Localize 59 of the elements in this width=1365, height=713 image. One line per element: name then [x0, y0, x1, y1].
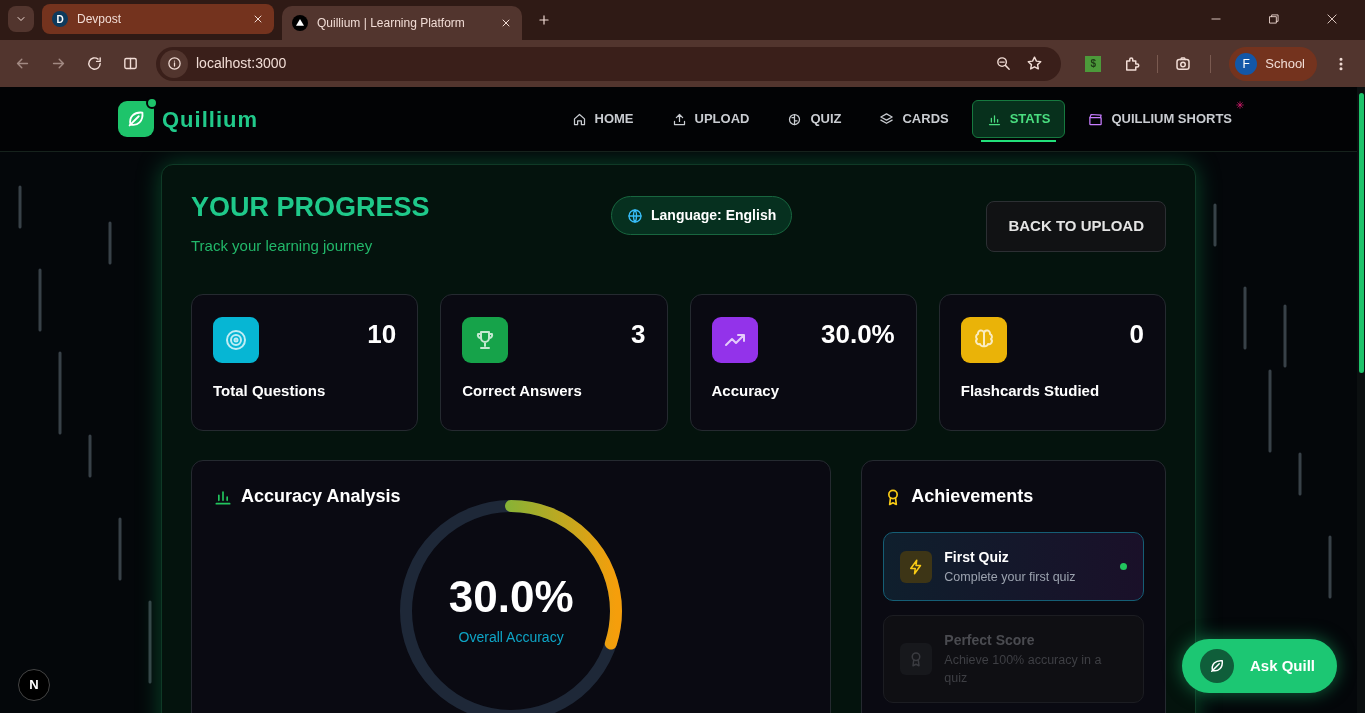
- globe-icon: [627, 207, 643, 224]
- stat-label: Total Questions: [213, 381, 327, 402]
- dev-tools-button[interactable]: N: [18, 669, 50, 701]
- profile-button[interactable]: F School: [1229, 46, 1317, 81]
- card-title: Achievements: [911, 485, 1034, 509]
- favicon-icon: D: [52, 11, 68, 27]
- nav-link[interactable]: QUILLIUM SHORTS: [1073, 100, 1247, 138]
- stat-value: 0: [1129, 321, 1144, 348]
- feather-icon: [1199, 649, 1234, 683]
- page-subtitle: Track your learning journey: [191, 235, 374, 256]
- plus-icon: [537, 13, 551, 27]
- reload-icon[interactable]: [85, 55, 103, 72]
- stat-label: Accuracy: [711, 381, 781, 402]
- back-to-upload-button[interactable]: BACK TO UPLOAD: [986, 201, 1166, 252]
- tab-title: Quillium | Learning Platform: [317, 15, 466, 32]
- upload-icon: [671, 111, 687, 127]
- language-badge: Language: English: [611, 196, 793, 235]
- nav-link[interactable]: UPLOAD: [656, 100, 765, 138]
- tab-search-button[interactable]: [8, 6, 34, 32]
- status-dot: [1120, 563, 1127, 571]
- browser-tab[interactable]: D Devpost: [42, 4, 274, 34]
- close-icon[interactable]: [252, 13, 264, 25]
- brand-name[interactable]: Quillium: [162, 102, 258, 136]
- zoom-out-icon[interactable]: [995, 55, 1013, 72]
- layers-icon: [879, 111, 895, 127]
- close-icon[interactable]: [500, 17, 512, 29]
- stat-value: 3: [631, 321, 646, 348]
- nav-link[interactable]: QUIZ: [772, 100, 857, 138]
- card-title: Accuracy Analysis: [241, 485, 401, 509]
- stat-label: Correct Answers: [462, 381, 583, 402]
- stat-value: 30.0%: [821, 321, 895, 348]
- split-view-icon[interactable]: [121, 55, 139, 72]
- nav-link[interactable]: CARDS: [864, 100, 964, 138]
- achievement-title: Perfect Score: [944, 631, 1036, 651]
- tab-title: Devpost: [77, 11, 123, 28]
- info-icon[interactable]: [166, 56, 182, 71]
- stat-value: 10: [367, 321, 397, 348]
- stat-label: Flashcards Studied: [960, 381, 1101, 402]
- achievement-title: First Quiz: [944, 548, 1010, 568]
- clapperboard-icon: [1088, 111, 1104, 127]
- achievement-description: Complete your first quiz: [944, 569, 1077, 587]
- avatar-icon: F: [1235, 52, 1258, 75]
- target-icon: [224, 328, 248, 353]
- extension-icon[interactable]: $: [1085, 55, 1102, 72]
- gauge-caption: Overall Accuracy: [457, 627, 565, 647]
- star-icon[interactable]: [1026, 55, 1044, 72]
- close-icon[interactable]: [1325, 12, 1339, 26]
- home-icon: [571, 111, 587, 127]
- sparkle-icon: [1236, 101, 1244, 110]
- restore-icon[interactable]: [1267, 12, 1281, 26]
- nav-link[interactable]: HOME: [556, 100, 649, 138]
- browser-tab[interactable]: Quillium | Learning Platform: [282, 6, 522, 40]
- url-text: localhost:3000: [196, 54, 288, 73]
- page-title: YOUR PROGRESS: [191, 193, 431, 223]
- lens-icon[interactable]: [1174, 54, 1193, 73]
- puzzle-icon[interactable]: [1123, 54, 1142, 73]
- address-bar[interactable]: localhost:3000: [156, 46, 1062, 81]
- scrollbar[interactable]: [1357, 87, 1365, 713]
- gauge-value: 30.0%: [448, 574, 574, 619]
